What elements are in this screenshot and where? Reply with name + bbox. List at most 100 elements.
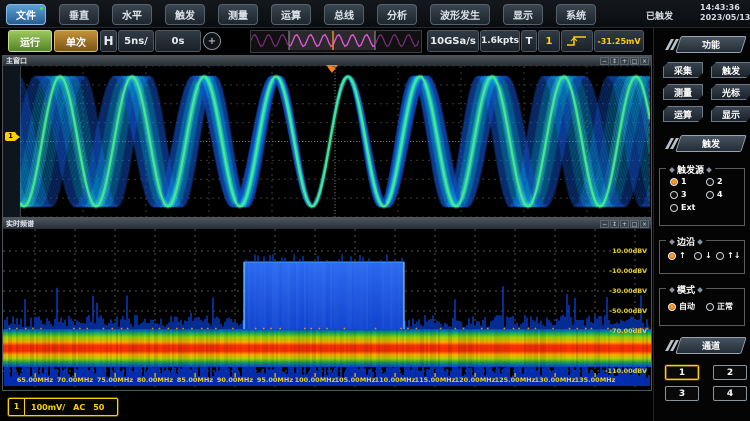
window-control-icon-0[interactable]: − (600, 57, 609, 65)
trigger-source-radio-2[interactable]: 2 (706, 177, 723, 186)
radio-dot (668, 303, 676, 311)
svg-text:10.00dBV: 10.00dBV (612, 247, 647, 255)
menu-items: 文件垂直水平触发测量运算总线分析波形发生显示系统 (6, 4, 596, 25)
fn-button-显示[interactable]: 显示 (711, 106, 750, 122)
trigger-source-radio-4[interactable]: 4 (706, 190, 723, 199)
spectrum-window-titlebar[interactable]: 实时频谱 −↕+□× (3, 219, 651, 229)
svg-text:-10.00dBV: -10.00dBV (609, 267, 647, 275)
window-control-icon-4[interactable]: × (640, 220, 649, 228)
channel1-ground-marker[interactable]: 1 (5, 132, 16, 141)
radio-label: ↓ (705, 251, 712, 260)
radio-dot (694, 252, 702, 260)
mode-radio-正常[interactable]: 正常 (706, 301, 733, 312)
main-window-title: 主窗口 (6, 56, 27, 66)
time-label: 14:43:36 (700, 3, 750, 13)
menu-item-3[interactable]: 触发 (165, 4, 205, 25)
window-control-icon-0[interactable]: − (600, 220, 609, 228)
svg-text:105.00MHz: 105.00MHz (335, 376, 376, 384)
trigger-header-label: 触发 (702, 137, 720, 150)
window-control-icon-2[interactable]: + (620, 57, 629, 65)
menu-item-9[interactable]: 显示 (503, 4, 543, 25)
single-button[interactable]: 单次 (54, 30, 98, 52)
run-button[interactable]: 运行 (8, 30, 52, 52)
svg-text:80.00MHz: 80.00MHz (137, 376, 173, 384)
spectrum-plot[interactable]: 65.00MHz70.00MHz75.00MHz80.00MHz85.00MHz… (3, 229, 651, 387)
channel-button-1[interactable]: 1 (665, 365, 699, 380)
main-waveform-plot[interactable] (20, 66, 650, 217)
trigger-level-readout[interactable]: -31.25mV (594, 30, 644, 52)
svg-text:-50.00dBV: -50.00dBV (609, 307, 647, 315)
window-control-icon-3[interactable]: □ (630, 220, 639, 228)
preview-waveform (251, 31, 419, 50)
radio-dot (716, 252, 724, 260)
svg-text:90.00MHz: 90.00MHz (217, 376, 253, 384)
window-control-icon-1[interactable]: ↕ (610, 220, 619, 228)
radio-label: ↑↓ (727, 251, 740, 260)
fn-button-采集[interactable]: 采集 (663, 62, 703, 78)
svg-text:-30.00dBV: -30.00dBV (609, 287, 647, 295)
sample-rate-readout: 10GSa/s (427, 30, 479, 52)
window-control-icon-2[interactable]: + (620, 220, 629, 228)
fn-button-运算[interactable]: 运算 (663, 106, 703, 122)
svg-text:65.00MHz: 65.00MHz (17, 376, 53, 384)
fn-button-触发[interactable]: 触发 (711, 62, 750, 78)
trigger-source-radio-3[interactable]: 3 (670, 190, 687, 199)
channel-coupling: AC (73, 403, 85, 412)
window-control-icon-1[interactable]: ↕ (610, 57, 619, 65)
channel1-info-box[interactable]: 1 100mV/ AC 50 (8, 398, 118, 416)
edge-group-label: 边沿 (666, 235, 706, 248)
channel-button-4[interactable]: 4 (713, 386, 747, 401)
edge-radio-↓[interactable]: ↓ (694, 251, 712, 260)
rising-edge-icon[interactable] (561, 30, 593, 52)
radio-label: 正常 (717, 301, 733, 312)
channel-button-3[interactable]: 3 (665, 386, 699, 401)
zoom-icon[interactable]: + (203, 32, 221, 50)
svg-text:70.00MHz: 70.00MHz (57, 376, 93, 384)
trigger-source-radio-1[interactable]: 1 (670, 177, 687, 186)
main-window-controls: −↕+□× (600, 57, 649, 65)
svg-text:100.00MHz: 100.00MHz (295, 376, 336, 384)
spectrum-carrier-band (3, 328, 651, 367)
window-control-icon-4[interactable]: × (640, 57, 649, 65)
edge-radio-↑[interactable]: ↑ (668, 251, 686, 260)
menu-item-7[interactable]: 分析 (377, 4, 417, 25)
horizontal-button[interactable]: H (100, 30, 117, 52)
trigger-source-group-label: 触发源 (666, 163, 715, 176)
menu-item-10[interactable]: 系统 (556, 4, 596, 25)
fn-button-测量[interactable]: 测量 (663, 84, 703, 100)
channel-button-2[interactable]: 2 (713, 365, 747, 380)
fn-button-光标[interactable]: 光标 (711, 84, 750, 100)
function-header-label: 功能 (702, 38, 720, 51)
radio-label: 2 (717, 177, 723, 186)
function-section-header: 功能 (668, 37, 744, 52)
menu-item-1[interactable]: 垂直 (59, 4, 99, 25)
mode-group-label: 模式 (666, 283, 706, 296)
radio-label: 自动 (679, 301, 695, 312)
spectrum-elevated-block (244, 254, 404, 330)
svg-text:115.00MHz: 115.00MHz (415, 376, 456, 384)
right-control-panel: 功能 触发 触发源 1234Ext 边沿 ↑↓↑↓ 模式 自动正常 通道 采集触… (653, 28, 750, 421)
menu-item-0[interactable]: 文件 (6, 4, 46, 25)
svg-text:135.00MHz: 135.00MHz (575, 376, 616, 384)
radio-dot (668, 252, 676, 260)
waveform-preview-bar[interactable] (250, 30, 422, 53)
trigger-source-radio-Ext[interactable]: Ext (670, 203, 695, 212)
rising-edge-glyph (566, 35, 588, 47)
menu-item-2[interactable]: 水平 (112, 4, 152, 25)
timebase-value[interactable]: 5ns/ (118, 30, 154, 52)
horizontal-offset-value[interactable]: 0s (155, 30, 201, 52)
menu-item-4[interactable]: 测量 (218, 4, 258, 25)
edge-radio-↑↓[interactable]: ↑↓ (716, 251, 740, 260)
radio-dot (670, 191, 678, 199)
trigger-source-readout[interactable]: 1 (538, 30, 560, 52)
radio-dot (706, 303, 714, 311)
svg-text:-70.00dBV: -70.00dBV (609, 327, 647, 335)
trigger-section-header: 触发 (668, 136, 744, 151)
mode-radio-自动[interactable]: 自动 (668, 301, 695, 312)
radio-label: 1 (681, 177, 687, 186)
window-control-icon-3[interactable]: □ (630, 57, 639, 65)
menu-item-8[interactable]: 波形发生 (430, 4, 490, 25)
menu-item-5[interactable]: 运算 (271, 4, 311, 25)
trigger-t-label[interactable]: T (521, 30, 537, 52)
menu-item-6[interactable]: 总线 (324, 4, 364, 25)
